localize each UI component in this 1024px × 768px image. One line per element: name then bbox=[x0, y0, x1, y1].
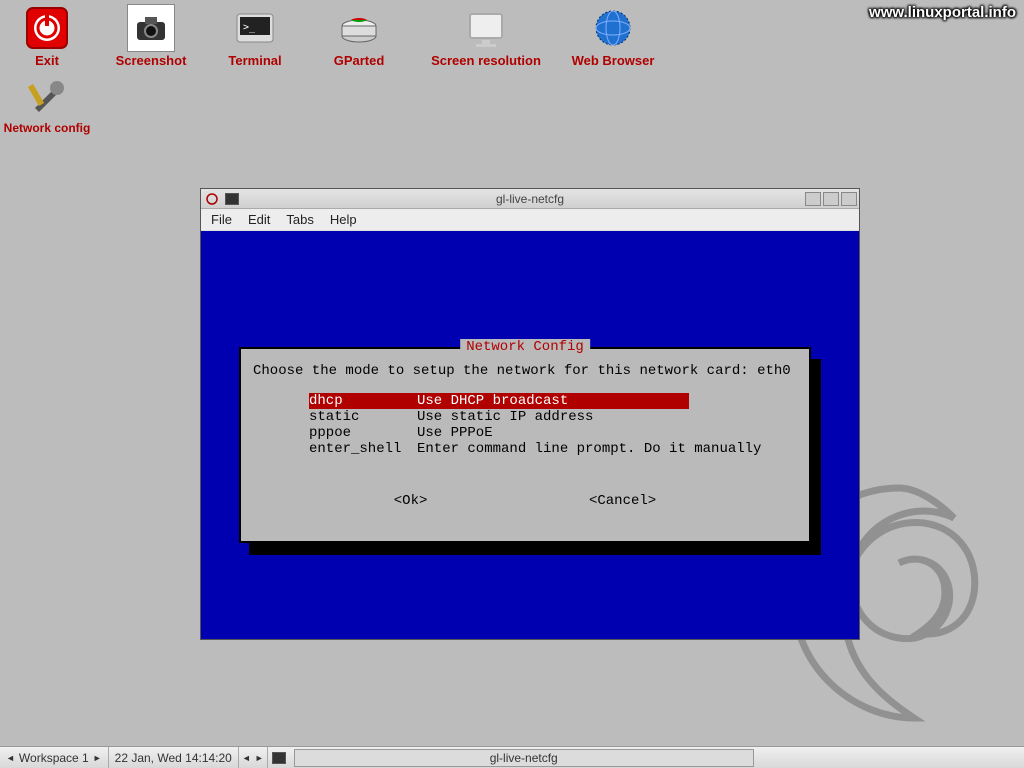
clock-widget[interactable]: 22 Jan, Wed 14:14:20 bbox=[109, 747, 239, 768]
web-browser-icon-launcher[interactable]: Web Browser bbox=[570, 4, 656, 68]
desktop-icon-grid: Exit Screenshot >_ Terminal GParted Scre… bbox=[4, 4, 656, 135]
terminal-content[interactable]: Network Config Choose the mode to setup … bbox=[201, 231, 859, 639]
desktop-icon-label: GParted bbox=[334, 53, 385, 68]
monitor-icon bbox=[462, 4, 510, 52]
desktop-icon-label: Network config bbox=[4, 121, 91, 135]
desktop-icon-label: Screen resolution bbox=[431, 53, 541, 68]
menu-edit[interactable]: Edit bbox=[248, 212, 270, 227]
desktop-icon-row-2: Network config bbox=[4, 72, 656, 135]
menu-help[interactable]: Help bbox=[330, 212, 357, 227]
option-desc: Use static IP address bbox=[417, 409, 593, 425]
screenshot-icon-launcher[interactable]: Screenshot bbox=[108, 4, 194, 68]
option-key: pppoe bbox=[309, 425, 417, 441]
chevron-left-icon[interactable]: ◄ bbox=[6, 753, 15, 763]
network-config-dialog: Network Config Choose the mode to setup … bbox=[239, 347, 811, 543]
option-key: static bbox=[309, 409, 417, 425]
chevron-right-icon[interactable]: ► bbox=[93, 753, 102, 763]
debian-icon bbox=[205, 192, 219, 206]
maximize-button[interactable] bbox=[823, 192, 839, 206]
terminal-icon-launcher[interactable]: >_ Terminal bbox=[212, 4, 298, 68]
chevron-left-icon[interactable]: ◄ bbox=[242, 753, 251, 763]
desktop-icon-label: Terminal bbox=[228, 53, 281, 68]
power-icon bbox=[23, 4, 71, 52]
clock-text: 22 Jan, Wed 14:14:20 bbox=[115, 751, 232, 765]
dialog-buttons: <Ok> <Cancel> bbox=[253, 493, 797, 509]
chevron-right-icon[interactable]: ► bbox=[255, 753, 264, 763]
watermark-text: www.linuxportal.info bbox=[869, 4, 1016, 21]
svg-text:>_: >_ bbox=[243, 22, 256, 33]
dialog-title: Network Config bbox=[460, 339, 590, 355]
menu-tabs[interactable]: Tabs bbox=[286, 212, 313, 227]
dialog-prompt: Choose the mode to setup the network for… bbox=[253, 363, 797, 379]
titlebar-left-icons bbox=[201, 192, 241, 206]
network-config-icon-launcher[interactable]: Network config bbox=[4, 72, 90, 135]
window-icon bbox=[225, 193, 239, 205]
option-desc: Use PPPoE bbox=[417, 425, 493, 441]
option-pppoe[interactable]: pppoe Use PPPoE bbox=[309, 425, 797, 441]
option-key: dhcp bbox=[309, 393, 417, 409]
dialog-option-list: dhcp Use DHCP broadcast static Use stati… bbox=[309, 393, 797, 457]
camera-icon bbox=[127, 4, 175, 52]
taskbar: ◄ Workspace 1 ► 22 Jan, Wed 14:14:20 ◄ ►… bbox=[0, 746, 1024, 768]
ok-button[interactable]: <Ok> bbox=[394, 493, 428, 509]
window-title: gl-live-netcfg bbox=[201, 192, 859, 206]
option-enter-shell[interactable]: enter_shell Enter command line prompt. D… bbox=[309, 441, 797, 457]
globe-icon bbox=[589, 4, 637, 52]
disk-icon bbox=[335, 4, 383, 52]
menu-file[interactable]: File bbox=[211, 212, 232, 227]
desktop-icon-label: Screenshot bbox=[116, 53, 187, 68]
close-button[interactable] bbox=[841, 192, 857, 206]
workspace-label: Workspace 1 bbox=[19, 751, 89, 765]
tools-icon bbox=[23, 72, 71, 120]
option-key: enter_shell bbox=[309, 441, 417, 457]
terminal-icon: >_ bbox=[231, 4, 279, 52]
screen-resolution-icon-launcher[interactable]: Screen resolution bbox=[420, 4, 552, 68]
terminal-window: gl-live-netcfg File Edit Tabs Help Netwo… bbox=[200, 188, 860, 640]
desktop-icon-label: Exit bbox=[35, 53, 59, 68]
workspace-switcher[interactable]: ◄ Workspace 1 ► bbox=[0, 747, 109, 768]
option-static[interactable]: static Use static IP address bbox=[309, 409, 797, 425]
option-desc: Use DHCP broadcast bbox=[417, 393, 568, 409]
option-dhcp[interactable]: dhcp Use DHCP broadcast bbox=[309, 393, 689, 409]
gparted-icon-launcher[interactable]: GParted bbox=[316, 4, 402, 68]
show-desktop[interactable] bbox=[268, 747, 290, 768]
taskbar-nav: ◄ ► bbox=[239, 747, 268, 768]
cancel-button[interactable]: <Cancel> bbox=[589, 493, 656, 509]
desktop-icon-label: Web Browser bbox=[572, 53, 655, 68]
task-label: gl-live-netcfg bbox=[490, 751, 558, 765]
desktop-icon bbox=[272, 752, 286, 764]
option-desc: Enter command line prompt. Do it manuall… bbox=[417, 441, 761, 457]
window-titlebar[interactable]: gl-live-netcfg bbox=[201, 189, 859, 209]
minimize-button[interactable] bbox=[805, 192, 821, 206]
desktop-icon-row-1: Exit Screenshot >_ Terminal GParted Scre… bbox=[4, 4, 656, 68]
taskbar-task-button[interactable]: gl-live-netcfg bbox=[294, 749, 754, 767]
window-menubar: File Edit Tabs Help bbox=[201, 209, 859, 231]
window-controls bbox=[805, 192, 859, 206]
exit-icon-launcher[interactable]: Exit bbox=[4, 4, 90, 68]
